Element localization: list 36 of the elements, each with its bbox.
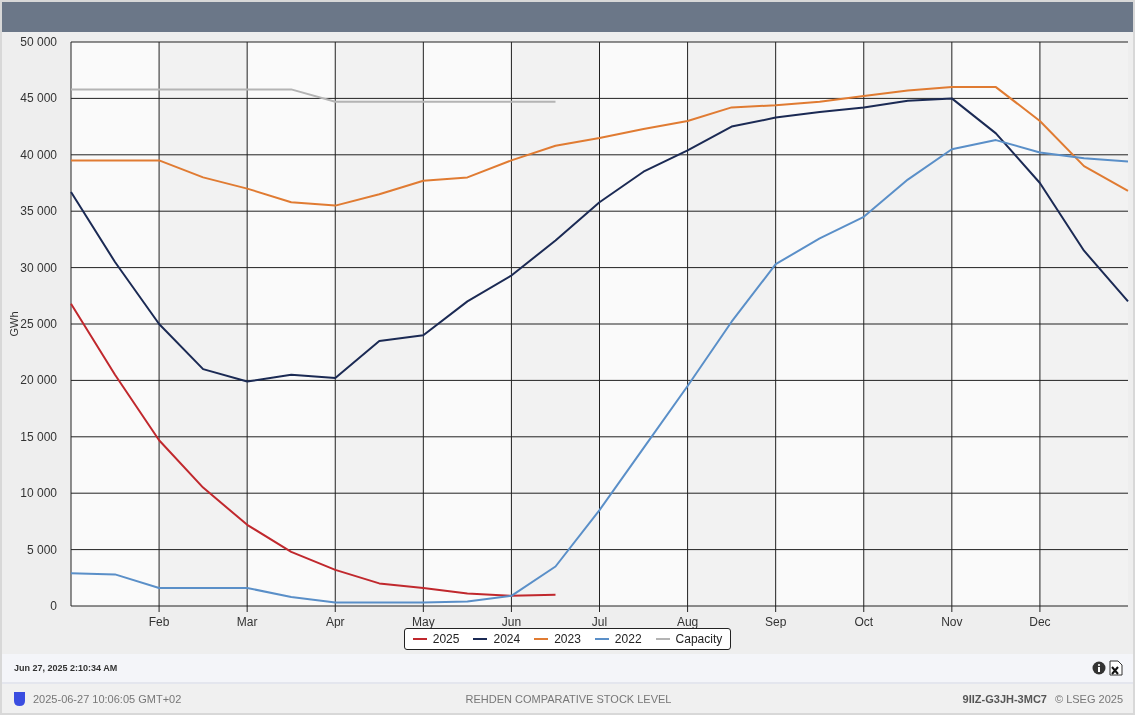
y-tick-label: 35 000 bbox=[20, 204, 57, 219]
x-tick-label: Dec bbox=[1029, 615, 1051, 628]
y-tick-label: 30 000 bbox=[20, 260, 57, 275]
shield-icon bbox=[14, 691, 25, 706]
y-tick-label: 10 000 bbox=[20, 486, 57, 501]
report-code: 9IIZ-G3JH-3MC7 bbox=[962, 692, 1047, 705]
spreadsheet-export-icon[interactable] bbox=[1109, 660, 1123, 676]
status-datetime: 2025-06-27 10:06:05 GMT+02 bbox=[33, 692, 182, 705]
y-tick-label: 5 000 bbox=[26, 542, 57, 557]
y-tick-label: 20 000 bbox=[20, 373, 57, 388]
y-tick-label: 50 000 bbox=[20, 35, 57, 49]
legend-label: Capacity bbox=[675, 632, 723, 646]
timestamp: Jun 27, 2025 2:10:34 AM bbox=[14, 663, 118, 673]
y-tick-label: 0 bbox=[50, 599, 57, 613]
y-tick-label: 15 000 bbox=[20, 429, 57, 444]
legend-label: 2022 bbox=[614, 632, 642, 646]
copyright: © LSEG 2025 bbox=[1054, 692, 1123, 705]
x-tick-label: Sep bbox=[765, 615, 787, 628]
x-tick-label: Aug bbox=[676, 615, 699, 628]
x-tick-label: Jul bbox=[591, 615, 608, 628]
x-tick-label: May bbox=[412, 615, 435, 628]
x-tick-label: Nov bbox=[941, 615, 963, 628]
x-tick-label: Oct bbox=[854, 615, 874, 628]
y-tick-label: 25 000 bbox=[20, 317, 57, 331]
legend-label: 2024 bbox=[493, 632, 521, 646]
x-tick-label: Jun bbox=[501, 615, 522, 628]
info-icon[interactable] bbox=[1092, 661, 1106, 675]
legend-label: 2025 bbox=[432, 632, 460, 646]
legend-label: 2023 bbox=[554, 632, 581, 646]
x-tick-label: Feb bbox=[148, 615, 170, 628]
x-tick-label: Mar bbox=[236, 615, 258, 628]
report-title: REHDEN COMPARATIVE STOCK LEVEL bbox=[464, 692, 673, 705]
x-tick-label: Apr bbox=[325, 615, 345, 628]
y-axis-title: GWh bbox=[8, 311, 20, 337]
y-tick-label: 45 000 bbox=[20, 91, 57, 106]
y-tick-label: 40 000 bbox=[20, 147, 57, 162]
